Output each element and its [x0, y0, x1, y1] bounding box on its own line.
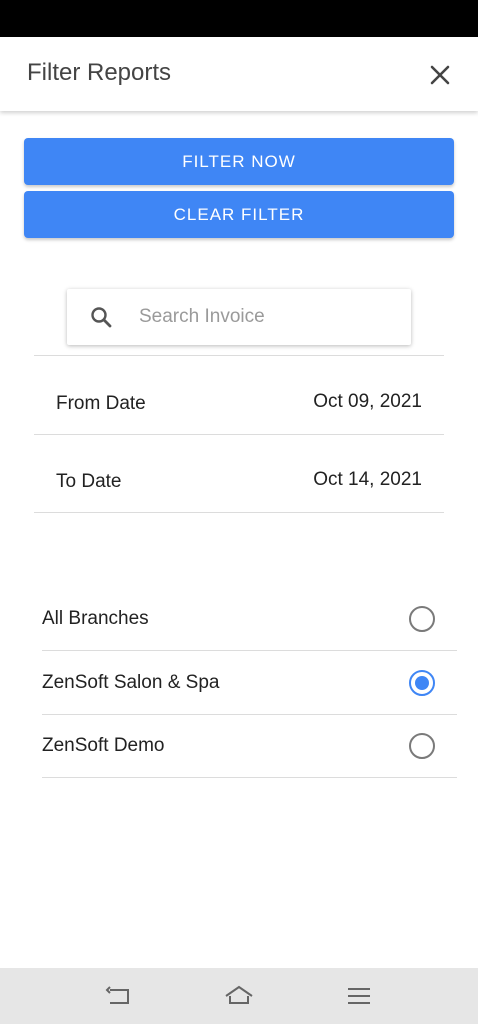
- close-button[interactable]: [424, 59, 456, 91]
- search-icon: [91, 307, 112, 328]
- branch-label: ZenSoft Salon & Spa: [42, 672, 220, 693]
- menu-icon[interactable]: [344, 982, 374, 1010]
- branch-item-zensoft-demo[interactable]: ZenSoft Demo: [42, 715, 457, 779]
- divider: [42, 650, 457, 651]
- page-title: Filter Reports: [27, 59, 172, 86]
- divider: [42, 777, 457, 778]
- home-icon[interactable]: [224, 982, 254, 1010]
- branch-label: ZenSoft Demo: [42, 735, 165, 756]
- clear-filter-button[interactable]: CLEAR FILTER: [24, 191, 454, 238]
- system-nav-bar: [0, 968, 478, 1024]
- from-date-value: Oct 09, 2021: [313, 391, 422, 412]
- branch-radio-zensoft-salon-spa[interactable]: [409, 670, 435, 696]
- to-date-value: Oct 14, 2021: [313, 469, 422, 490]
- search-box: [67, 289, 411, 345]
- back-icon[interactable]: [104, 982, 134, 1010]
- branch-radio-all-branches[interactable]: [409, 606, 435, 632]
- branch-item-all-branches[interactable]: All Branches: [42, 588, 457, 652]
- from-date-label: From Date: [56, 393, 146, 414]
- to-date-label: To Date: [56, 471, 122, 492]
- search-input[interactable]: [139, 289, 399, 345]
- status-bar: [0, 0, 478, 37]
- filter-now-button[interactable]: FILTER NOW: [24, 138, 454, 185]
- app-bar: Filter Reports: [0, 37, 478, 111]
- branch-label: All Branches: [42, 608, 149, 629]
- branch-item-zensoft-salon-spa[interactable]: ZenSoft Salon & Spa: [42, 652, 457, 716]
- from-date-row[interactable]: From Date Oct 09, 2021: [34, 356, 444, 434]
- close-icon: [430, 65, 450, 85]
- to-date-row[interactable]: To Date Oct 14, 2021: [34, 435, 444, 513]
- branch-radio-zensoft-demo[interactable]: [409, 733, 435, 759]
- divider: [34, 512, 444, 513]
